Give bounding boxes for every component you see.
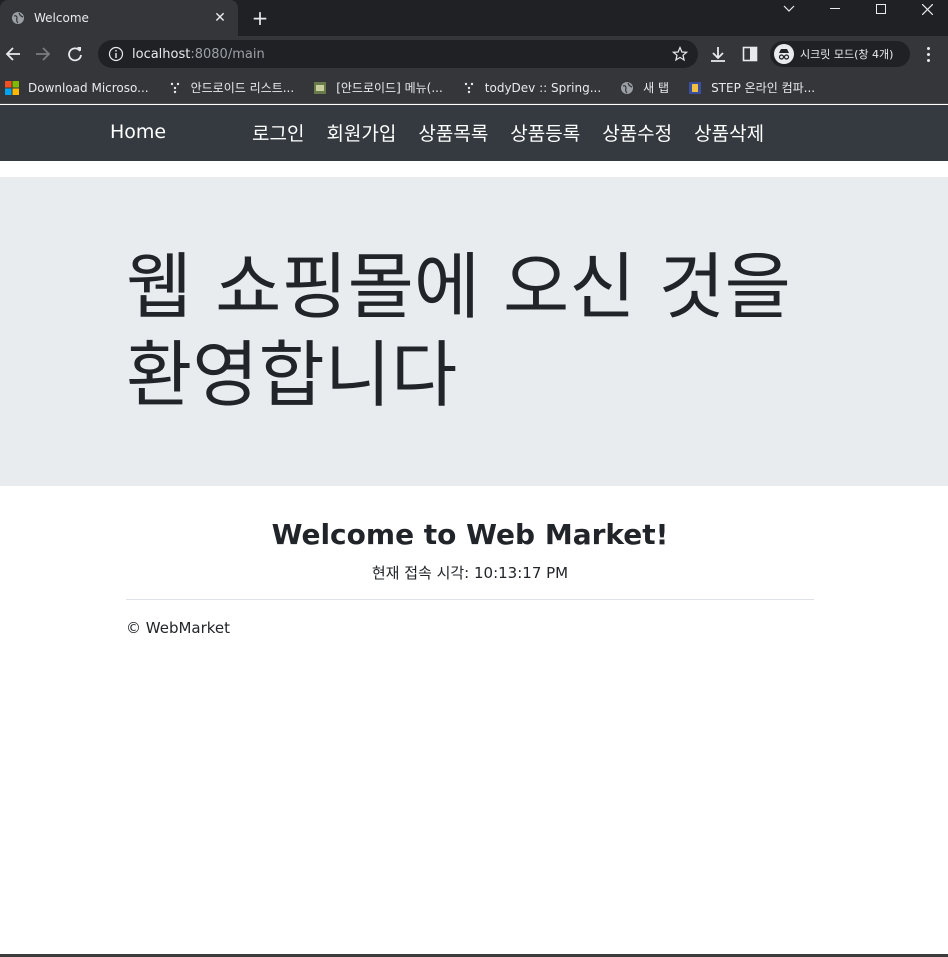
bookmark-label: 새 탭 <box>643 81 670 95</box>
info-icon[interactable] <box>108 46 124 62</box>
greeting-heading: 웹 쇼핑몰에 오신 것을 환영합니다 <box>126 245 791 417</box>
bookmark-item[interactable]: Download Microso... <box>4 80 149 96</box>
nav-links: 로그인 회원가입 상품목록 상품등록 상품수정 상품삭제 <box>252 119 786 146</box>
bookmark-label: Download Microso... <box>28 80 149 95</box>
windows-icon <box>4 80 20 96</box>
url-path: :8080/main <box>190 46 265 62</box>
access-time-text: 현재 접속 시각: 10:13:17 PM <box>371 564 569 582</box>
close-window-button[interactable] <box>904 0 948 18</box>
dots-icon <box>167 80 183 96</box>
incognito-label: 시크릿 모드(창 4개) <box>800 48 894 61</box>
bookmark-label: STEP 온라인 컴파... <box>711 81 816 95</box>
side-panel-icon[interactable] <box>740 44 760 64</box>
bookmark-label: todyDev :: Spring... <box>484 80 602 95</box>
globe-icon <box>10 10 26 26</box>
dots-icon <box>461 80 477 96</box>
welcome-heading: Welcome to Web Market! <box>271 518 669 551</box>
incognito-icon <box>774 44 794 64</box>
bookmarks-bar: Download Microso... 안드로이드 리스트... [안드로이드]… <box>0 72 948 104</box>
url-host: localhost <box>132 46 191 62</box>
forward-icon[interactable] <box>32 43 54 65</box>
site-navbar: Home 로그인 회원가입 상품목록 상품등록 상품수정 상품삭제 <box>0 105 948 161</box>
nav-link-product-list[interactable]: 상품목록 <box>418 119 488 146</box>
footer-copyright: © WebMarket <box>126 619 231 637</box>
step-icon <box>687 80 703 96</box>
divider <box>126 599 814 600</box>
download-icon[interactable] <box>708 44 728 64</box>
tab-title: Welcome <box>34 11 89 25</box>
back-icon[interactable] <box>2 43 24 65</box>
nav-link-signup[interactable]: 회원가입 <box>326 119 396 146</box>
bookmark-label: [안드로이드] 메뉴(... <box>336 81 443 95</box>
nav-link-product-delete[interactable]: 상품삭제 <box>694 119 764 146</box>
new-tab-button[interactable]: + <box>250 8 270 28</box>
image-icon <box>312 80 328 96</box>
address-bar[interactable]: localhost:8080/main <box>98 40 698 68</box>
jumbotron: 웹 쇼핑몰에 오신 것을 환영합니다 <box>0 177 948 486</box>
bookmark-label: 안드로이드 리스트... <box>190 81 295 95</box>
reload-icon[interactable] <box>64 43 86 65</box>
star-icon[interactable] <box>671 45 689 62</box>
chevron-down-icon[interactable] <box>766 0 812 18</box>
browser-tab-active[interactable]: Welcome ✕ <box>0 0 238 36</box>
maximize-button[interactable] <box>858 0 904 18</box>
bookmark-item[interactable]: 새 탭 <box>619 79 669 96</box>
bookmark-item[interactable]: [안드로이드] 메뉴(... <box>312 79 443 96</box>
minimize-button[interactable] <box>812 0 858 18</box>
browser-titlebar: Welcome ✕ + <box>0 0 948 36</box>
bookmark-item[interactable]: todyDev :: Spring... <box>461 80 601 96</box>
globe-icon <box>619 80 635 96</box>
nav-link-product-add[interactable]: 상품등록 <box>510 119 580 146</box>
navbar-brand-home[interactable]: Home <box>110 121 166 143</box>
bookmark-item[interactable]: STEP 온라인 컴파... <box>687 79 815 96</box>
bookmark-item[interactable]: 안드로이드 리스트... <box>167 79 295 96</box>
close-icon[interactable]: ✕ <box>212 10 228 26</box>
nav-link-product-edit[interactable]: 상품수정 <box>602 119 672 146</box>
nav-link-login[interactable]: 로그인 <box>252 119 304 146</box>
incognito-indicator[interactable]: 시크릿 모드(창 4개) <box>770 41 910 67</box>
menu-icon[interactable] <box>920 44 936 64</box>
